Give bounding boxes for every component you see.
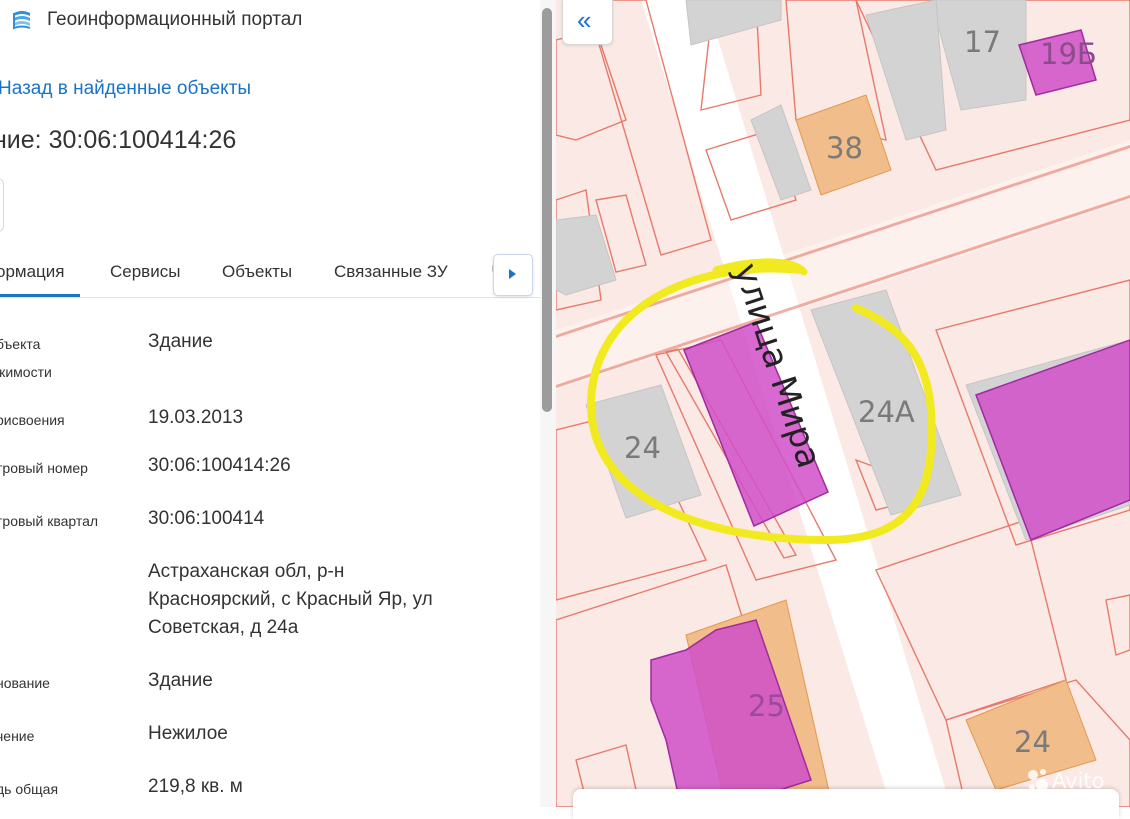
- map-canvas[interactable]: улица Мира 17 19Б 38 24 24А 25 24: [556, 0, 1130, 807]
- property-label: тровый квартал: [0, 513, 99, 529]
- property-label: рисвоения: [0, 412, 65, 428]
- building-number: 19Б: [1040, 37, 1097, 71]
- property-value: 30:06:100414:26: [148, 455, 291, 476]
- tab-information[interactable]: ормация: [0, 262, 65, 282]
- property-value: Здание: [148, 670, 213, 691]
- property-value: 30:06:100414: [148, 508, 265, 529]
- building-number: 38: [826, 131, 863, 165]
- building-number: 24: [624, 431, 661, 465]
- property-value: 19.03.2013: [148, 407, 244, 428]
- cadastral-map[interactable]: улица Мира 17 19Б 38 24 24А 25 24: [556, 0, 1130, 807]
- scrollbar-thumb[interactable]: [542, 8, 552, 412]
- property-value: 219,8 кв. м: [148, 776, 243, 797]
- address-value: Красноярский, с Красный Яр, ул: [148, 589, 433, 610]
- property-value: Нежилое: [148, 723, 228, 744]
- building-number: 17: [964, 25, 1001, 59]
- building-number: 25: [748, 689, 785, 723]
- property-value: Здание: [148, 331, 213, 352]
- watermark-text: Avito: [1052, 769, 1104, 793]
- property-label: тровый номер: [0, 460, 88, 476]
- info-panel: Геоинформационный портал Назад в найденн…: [0, 0, 556, 807]
- stacked-layers-logo: [13, 11, 31, 30]
- property-label: бъекта: [0, 336, 41, 352]
- app-header: Геоинформационный портал: [0, 0, 556, 42]
- building-number: 24А: [858, 395, 915, 429]
- address-value: Астраханская обл, р-н: [148, 561, 345, 582]
- building-number: 24: [1014, 725, 1051, 759]
- tab-related-parcels[interactable]: Связанные ЗУ: [334, 262, 448, 282]
- tabs-scroll-right-button[interactable]: [493, 254, 533, 296]
- double-chevron-left-icon: «: [577, 5, 592, 35]
- caret-right-icon: [509, 269, 516, 279]
- action-card[interactable]: [0, 178, 4, 232]
- property-label: дь общая: [0, 781, 59, 797]
- tab-objects[interactable]: Объекты: [222, 262, 292, 282]
- property-label: жимости: [0, 364, 52, 380]
- tab-bar: ормация Сервисы Объекты Связанные ЗУ Ч: [0, 245, 540, 298]
- avito-watermark: Avito: [1028, 769, 1104, 793]
- property-label: чение: [0, 728, 35, 744]
- object-title: ние: 30:06:100414:26: [0, 126, 237, 154]
- building-highlight-right: [975, 339, 1130, 541]
- back-to-results-link[interactable]: Назад в найденные объекты: [0, 78, 251, 100]
- property-label: нование: [0, 675, 50, 691]
- app-title: Геоинформационный портал: [47, 9, 303, 30]
- tab-services[interactable]: Сервисы: [110, 262, 180, 282]
- collapse-panel-button[interactable]: «: [562, 0, 613, 45]
- address-value: Советская, д 24а: [148, 617, 299, 638]
- active-tab-indicator: [0, 294, 80, 297]
